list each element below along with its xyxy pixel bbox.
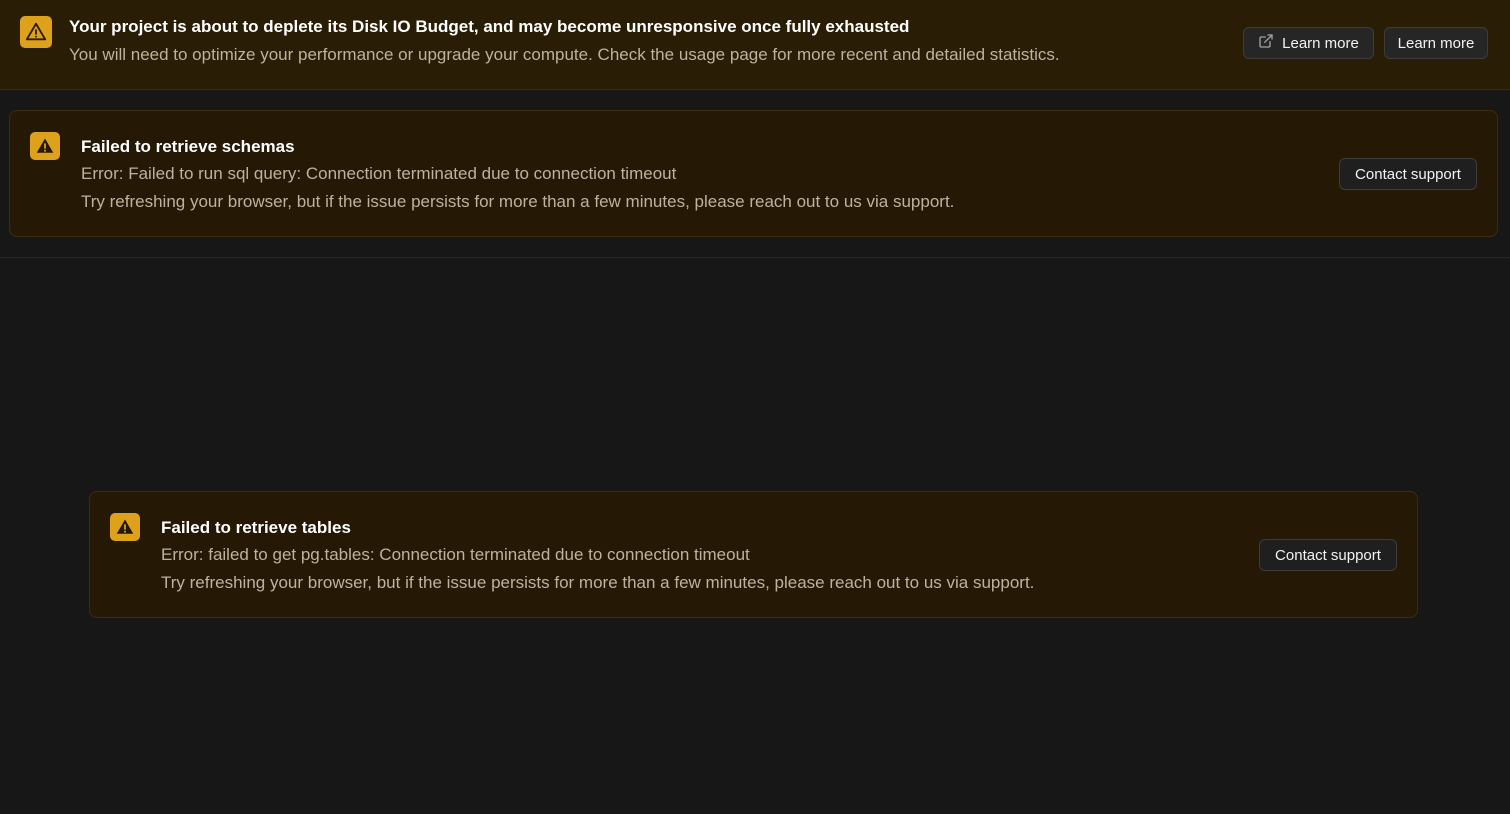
alert-title: Failed to retrieve tables	[161, 518, 351, 537]
divider	[0, 257, 1510, 258]
banner-title: Your project is about to deplete its Dis…	[69, 17, 910, 36]
alert-hint: Try refreshing your browser, but if the …	[161, 573, 1035, 592]
alert-error-message: Error: failed to get pg.tables: Connecti…	[161, 545, 750, 564]
external-link-icon	[1258, 33, 1274, 53]
warning-triangle-icon	[30, 132, 60, 160]
disk-io-warning-banner: Your project is about to deplete its Dis…	[0, 0, 1510, 90]
contact-support-label: Contact support	[1275, 546, 1381, 564]
alert-title: Failed to retrieve schemas	[81, 137, 295, 156]
warning-triangle-icon	[20, 16, 52, 48]
alert-hint: Try refreshing your browser, but if the …	[81, 192, 955, 211]
contact-support-button[interactable]: Contact support	[1259, 539, 1397, 571]
alert-error-message: Error: Failed to run sql query: Connecti…	[81, 164, 677, 183]
learn-more-button[interactable]: Learn more	[1384, 27, 1488, 59]
warning-triangle-icon	[110, 513, 140, 541]
learn-more-external-button[interactable]: Learn more	[1243, 27, 1374, 59]
banner-description: You will need to optimize your performan…	[69, 45, 1060, 64]
learn-more-label: Learn more	[1397, 34, 1475, 52]
learn-more-label: Learn more	[1282, 34, 1359, 52]
schemas-error-alert: Failed to retrieve schemas Error: Failed…	[9, 110, 1498, 237]
tables-error-alert: Failed to retrieve tables Error: failed …	[89, 491, 1418, 618]
contact-support-label: Contact support	[1355, 165, 1461, 183]
contact-support-button[interactable]: Contact support	[1339, 158, 1477, 190]
